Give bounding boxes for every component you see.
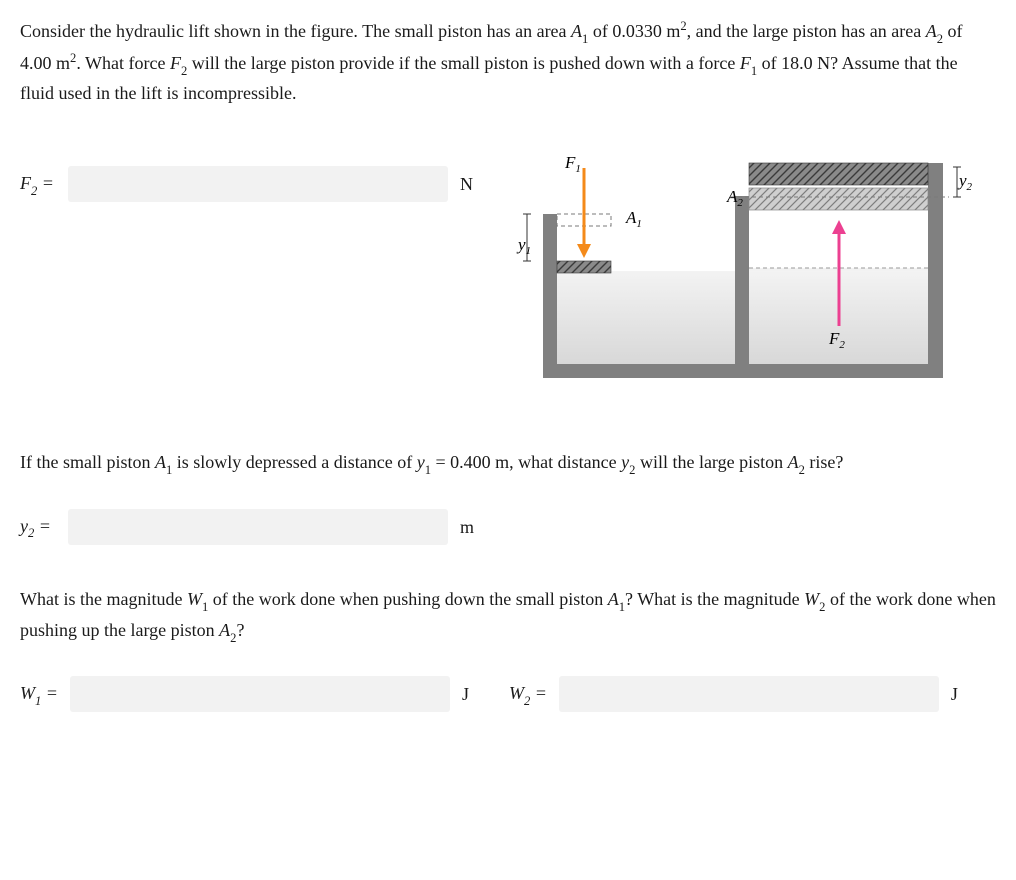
sub-1: 1 <box>751 64 757 78</box>
small-piston-lowered <box>557 261 611 273</box>
large-piston-raised <box>749 163 928 185</box>
question-3: What is the magnitude W1 of the work don… <box>20 585 996 646</box>
unit-J: J <box>462 680 469 709</box>
unit-J: J <box>951 680 958 709</box>
label-F2: F2 = <box>20 169 56 200</box>
sub-2: 2 <box>937 32 943 46</box>
label-W2: W2 = <box>509 679 547 710</box>
answer-row-W1: W1 = J <box>20 676 469 712</box>
text: . What force <box>76 53 170 73</box>
input-y2[interactable] <box>68 509 448 545</box>
label-A1: A1 <box>625 208 642 230</box>
input-F2[interactable] <box>68 166 448 202</box>
label-y2: y2 <box>957 171 973 193</box>
label-y2: y2 = <box>20 512 56 543</box>
sub-2: 2 <box>181 64 187 78</box>
var-F: F <box>170 53 181 73</box>
answer-row-F2: F2 = N <box>20 166 473 202</box>
text: Consider the hydraulic lift shown in the… <box>20 21 571 41</box>
text: , and the large piston has an area <box>687 21 926 41</box>
var-A: A <box>926 21 937 41</box>
unit-N: N <box>460 170 473 199</box>
sub-1: 1 <box>582 32 588 46</box>
input-W1[interactable] <box>70 676 450 712</box>
unit-m: m <box>460 513 474 542</box>
label-F1: F1 <box>564 153 581 175</box>
large-piston-initial <box>749 188 928 210</box>
answer-row-y2: y2 = m <box>20 509 996 545</box>
question-2: If the small piston A1 is slowly depress… <box>20 448 996 479</box>
answer-row-W2: W2 = J <box>509 676 958 712</box>
text: of 0.0330 m <box>588 21 680 41</box>
hydraulic-lift-figure: F1 A1 y1 A2 y2 F2 <box>513 148 996 408</box>
label-W1: W1 = <box>20 679 58 710</box>
label-A2: A2 <box>726 187 743 209</box>
text: will the large piston provide if the sma… <box>187 53 740 73</box>
input-W2[interactable] <box>559 676 939 712</box>
figure-svg: F1 A1 y1 A2 y2 F2 <box>513 148 973 408</box>
divider <box>735 196 749 364</box>
problem-statement: Consider the hydraulic lift shown in the… <box>20 16 996 108</box>
var-A: A <box>571 21 582 41</box>
label-y1: y1 <box>516 235 531 257</box>
var-F: F <box>740 53 751 73</box>
